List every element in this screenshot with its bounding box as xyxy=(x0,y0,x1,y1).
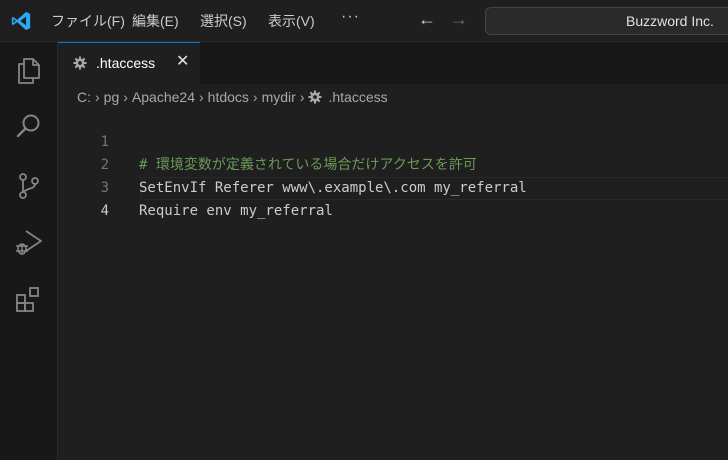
vscode-logo-icon xyxy=(11,11,31,31)
breadcrumb-item-htdocs[interactable]: htdocs xyxy=(208,86,249,108)
editor-line-4[interactable]: 4 xyxy=(58,177,728,219)
chevron-right-icon: › xyxy=(123,89,128,105)
command-center-search[interactable]: Buzzword Inc. xyxy=(485,7,728,35)
activity-bar xyxy=(0,42,58,460)
gear-icon xyxy=(308,90,323,104)
breadcrumb-item-drive[interactable]: C: xyxy=(77,86,91,108)
chevron-right-icon: › xyxy=(299,89,305,105)
close-icon[interactable]: ✕ xyxy=(176,53,189,71)
tab-bar: .htaccess ✕ xyxy=(58,42,728,84)
run-debug-icon[interactable] xyxy=(13,226,45,258)
search-title: Buzzword Inc. xyxy=(626,13,714,29)
chevron-right-icon: › xyxy=(198,89,204,105)
line-code: Require env my_referral xyxy=(139,203,333,219)
tab-label: .htaccess xyxy=(96,55,156,71)
breadcrumb-item-pg[interactable]: pg xyxy=(104,86,120,108)
source-control-icon[interactable] xyxy=(13,170,45,202)
gear-icon xyxy=(73,56,87,70)
menu-view[interactable]: 表示(V) xyxy=(268,12,315,30)
editor-line-2[interactable]: 2 SetEnvIf Referer www\.example\.com my_… xyxy=(58,131,728,196)
editor-line-1[interactable]: 1 # 環境変数が定義されている場合だけアクセスを許可 xyxy=(58,108,728,173)
explorer-icon[interactable] xyxy=(13,54,45,86)
code-editor[interactable]: 1 # 環境変数が定義されている場合だけアクセスを許可 2 SetEnvIf R… xyxy=(58,108,728,460)
title-bar: ファイル(F) 編集(E) 選択(S) 表示(V) ··· ← → Buzzwo… xyxy=(0,0,728,42)
editor-line-3[interactable]: 3 Require env my_referral xyxy=(58,154,728,219)
menu-edit[interactable]: 編集(E) xyxy=(132,12,179,30)
chevron-right-icon: › xyxy=(95,89,100,105)
forward-arrow-icon[interactable]: → xyxy=(450,9,468,29)
tab-htaccess[interactable]: .htaccess ✕ xyxy=(58,42,200,84)
back-arrow-icon[interactable]: ← xyxy=(418,9,436,29)
search-icon[interactable] xyxy=(13,110,45,142)
breadcrumb-item-apache24[interactable]: Apache24 xyxy=(132,86,195,108)
breadcrumb-item-mydir[interactable]: mydir xyxy=(262,86,296,108)
menu-more-button[interactable]: ··· xyxy=(341,8,360,26)
breadcrumb-file-label: .htaccess xyxy=(328,89,388,105)
breadcrumb: C: › pg › Apache24 › htdocs › mydir › .htaccess xyxy=(77,86,388,108)
menu-selection[interactable]: 選択(S) xyxy=(200,12,247,30)
chevron-right-icon: › xyxy=(252,89,258,105)
breadcrumb-item-file[interactable]: .htaccess xyxy=(308,86,388,108)
menu-file[interactable]: ファイル(F) xyxy=(51,12,125,30)
extensions-icon[interactable] xyxy=(13,284,45,316)
line-number: 4 xyxy=(100,203,109,219)
